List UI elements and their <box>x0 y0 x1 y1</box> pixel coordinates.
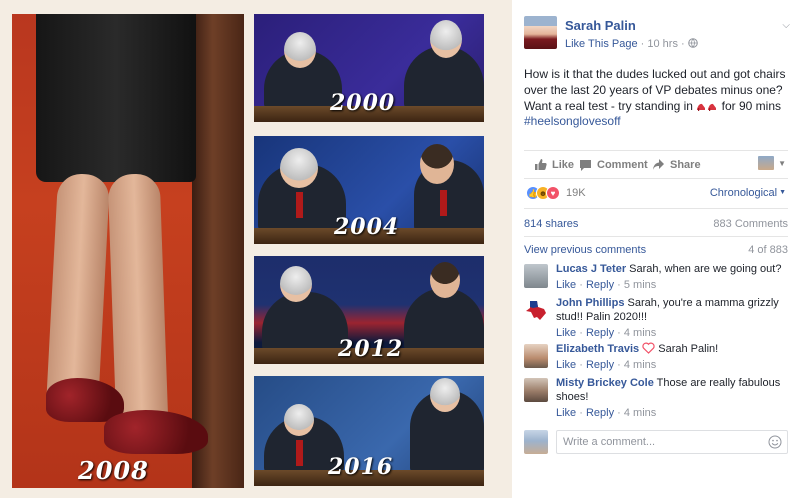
shares-link[interactable]: 814 shares <box>524 218 578 230</box>
viewer-avatar <box>524 430 548 454</box>
interact-as-avatar <box>758 156 775 170</box>
comment-reply-link[interactable]: Reply <box>586 359 614 371</box>
caret-down-icon: ▼ <box>778 158 786 168</box>
commenter-avatar[interactable] <box>524 264 548 288</box>
divider <box>524 150 788 151</box>
debater-left-head <box>280 148 318 188</box>
like-page-link[interactable]: Like This Page <box>565 38 638 50</box>
comment-sort-dropdown[interactable]: Chronological ▼ <box>710 187 786 199</box>
post-side-panel: Sarah Palin Like This Page · 10 hrs · ⌵ … <box>512 0 800 498</box>
comment-author-link[interactable]: Lucas J Teter <box>556 263 626 275</box>
red-tie <box>296 440 303 466</box>
comment-label: Comment <box>597 159 648 171</box>
meta-separator: · <box>640 38 645 50</box>
photo-2008-heels: 2008 <box>12 14 244 488</box>
hashtag-link[interactable]: #heelsonglovesoff <box>524 114 621 128</box>
red-tie <box>296 192 303 218</box>
red-heel-left <box>46 378 124 422</box>
year-label-2016: 2016 <box>328 454 394 480</box>
commenter-avatar[interactable] <box>524 378 548 402</box>
comment-like-link[interactable]: Like <box>556 327 576 339</box>
post-text-end: for 90 mins <box>721 99 782 113</box>
comment-sort-label: Chronological <box>709 187 778 199</box>
comment-time[interactable]: 4 mins <box>624 407 656 419</box>
post-actions: Like Comment Share ▼ <box>524 156 788 174</box>
debater-right-head <box>420 144 454 184</box>
post-timestamp[interactable]: 10 hrs <box>647 38 678 50</box>
podium <box>192 14 244 488</box>
comment-reply-link[interactable]: Reply <box>586 407 614 419</box>
globe-icon <box>687 38 698 48</box>
debater-left <box>262 292 348 350</box>
share-arrow-icon <box>653 159 664 170</box>
interact-as-selector[interactable]: ▼ <box>758 156 786 170</box>
post-options-chevron-icon[interactable]: ⌵ <box>782 20 790 31</box>
comment-composer <box>524 430 788 456</box>
comment-text: Sarah Palin! <box>655 343 719 355</box>
year-label-main: 2008 <box>78 456 149 485</box>
post-meta: Like This Page · 10 hrs · <box>565 38 698 50</box>
photo-viewer: 2008 2000 2004 2012 2016 Sarah Palin Lik… <box>0 0 800 498</box>
debate-panel-2012: 2012 <box>254 256 484 364</box>
commenter-avatar[interactable] <box>524 298 548 322</box>
divider <box>524 236 788 237</box>
share-label: Share <box>670 158 701 171</box>
comment-like-link[interactable]: Like <box>556 407 576 419</box>
page-avatar[interactable] <box>524 16 557 49</box>
texas-flag-icon <box>526 301 546 320</box>
comment-time[interactable]: 4 mins <box>624 359 656 371</box>
debater-left-head <box>280 266 312 302</box>
comment-icon <box>580 159 591 171</box>
thumbs-up-icon <box>535 159 547 170</box>
comment-reply-link[interactable]: Reply <box>586 279 614 291</box>
comment-like-link[interactable]: Like <box>556 359 576 371</box>
view-previous-comments-link[interactable]: View previous comments <box>524 244 646 256</box>
debater-left-head <box>284 404 314 436</box>
share-button[interactable]: Share <box>652 158 701 171</box>
comments-page-count: 4 of 883 <box>748 244 788 256</box>
emoji-smile-icon[interactable] <box>768 435 782 449</box>
post-message: How is it that the dudes lucked out and … <box>524 66 790 114</box>
like-label: Like <box>552 158 575 171</box>
debater-left-head <box>284 32 316 68</box>
year-label-2000: 2000 <box>330 90 396 116</box>
debater-right-head <box>430 378 460 412</box>
comment-author-link[interactable]: Elizabeth Travis <box>556 343 639 355</box>
comment-reply-link[interactable]: Reply <box>586 327 614 339</box>
red-tie <box>440 190 447 216</box>
commenter-avatar[interactable] <box>524 344 548 368</box>
high-heel-shoes-icon <box>697 103 717 111</box>
divider <box>524 208 788 209</box>
debater-right-head <box>430 20 462 58</box>
comment-text: Sarah, when are we going out? <box>626 263 782 275</box>
debate-panel-2000: 2000 <box>254 14 484 122</box>
year-label-2004: 2004 <box>334 214 400 240</box>
heart-outline-icon <box>642 342 655 354</box>
year-label-2012: 2012 <box>338 336 404 362</box>
write-comment-input[interactable] <box>556 430 788 454</box>
debate-panel-2004: 2004 <box>254 136 484 244</box>
divider <box>524 178 788 179</box>
love-reaction-icon[interactable]: ♥ <box>546 186 560 200</box>
reactions-row: 👍 ☻ ♥ 19K Chronological ▼ <box>524 184 788 204</box>
reaction-count[interactable]: 19K <box>566 187 586 199</box>
page-name-link[interactable]: Sarah Palin <box>565 18 636 33</box>
comment-author-link[interactable]: Misty Brickey Cole <box>556 377 654 389</box>
skirt <box>36 14 196 182</box>
comment-author-link[interactable]: John Phillips <box>556 297 624 309</box>
comment-like-link[interactable]: Like <box>556 279 576 291</box>
debater-right-head <box>430 262 460 298</box>
post-header: Sarah Palin Like This Page · 10 hrs · ⌵ <box>524 16 792 56</box>
comment-time[interactable]: 4 mins <box>624 327 656 339</box>
caret-down-icon: ▼ <box>777 189 786 196</box>
post-photo[interactable]: 2008 2000 2004 2012 2016 <box>0 0 512 498</box>
debate-panel-2016: 2016 <box>254 376 484 486</box>
audience-separator: · <box>681 38 685 50</box>
like-button[interactable]: Like <box>534 158 574 171</box>
comment-time[interactable]: 5 mins <box>624 279 656 291</box>
comments-count[interactable]: 883 Comments <box>713 218 788 230</box>
